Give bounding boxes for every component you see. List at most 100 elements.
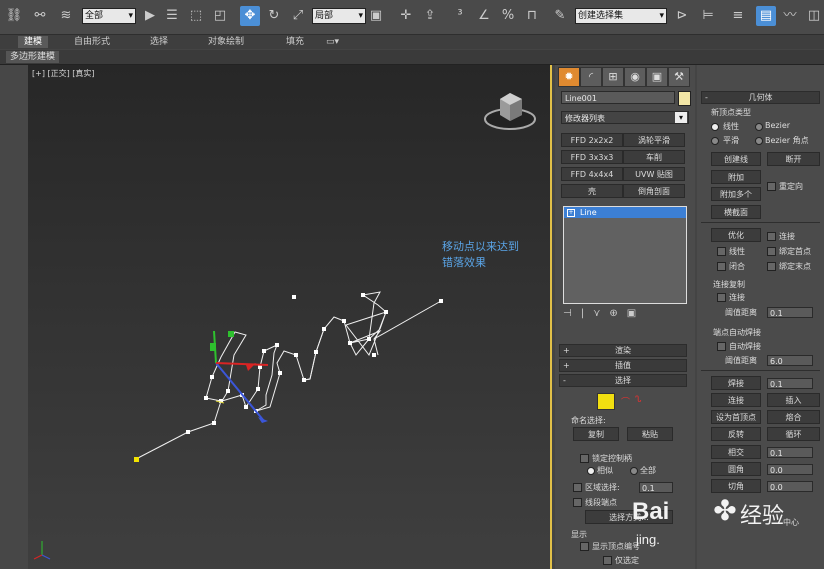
tab-freeform[interactable]: 自由形式: [74, 36, 110, 48]
spline-mode-icon[interactable]: ᔐ: [635, 395, 641, 405]
angle-snap-icon[interactable]: ∠: [474, 6, 494, 26]
intersect-spinner[interactable]: 0.1: [767, 447, 813, 458]
rollout-render[interactable]: + 渲染: [559, 344, 687, 357]
modifier-stack[interactable]: + Line: [563, 206, 687, 304]
percent-snap-icon[interactable]: %: [498, 6, 518, 26]
weld-button[interactable]: 焊接: [711, 376, 761, 390]
segment-mode-icon[interactable]: ⌒: [621, 395, 630, 408]
fillet-button[interactable]: 圆角: [711, 462, 761, 476]
window-crossing-icon[interactable]: ◰: [210, 6, 230, 26]
refine-button[interactable]: 优化: [711, 228, 761, 242]
vertex-mode-icon[interactable]: [597, 393, 615, 410]
auto-weld-checkbox[interactable]: [717, 342, 726, 351]
linear-radio[interactable]: [711, 123, 719, 131]
threshold2-spinner[interactable]: 6.0: [767, 355, 813, 366]
modifier-bevel-profile-button[interactable]: 倒角剖面: [623, 184, 685, 198]
modifier-shell-button[interactable]: 壳: [561, 184, 623, 198]
motion-tab-icon[interactable]: ◉: [624, 67, 646, 87]
bezier-radio[interactable]: [755, 123, 763, 131]
weld-spinner[interactable]: 0.1: [767, 378, 813, 389]
break-button[interactable]: 断开: [767, 152, 820, 166]
make-first-button[interactable]: 设为首顶点: [711, 410, 761, 424]
stack-tools-icon[interactable]: ⊣|⋎⊕▣: [563, 308, 687, 322]
create-tab-icon[interactable]: ✹: [558, 67, 580, 87]
align-icon[interactable]: ⊨: [698, 6, 718, 26]
segment-end-checkbox[interactable]: [573, 498, 582, 507]
threshold-spinner[interactable]: 0.1: [767, 307, 813, 318]
tab-selection[interactable]: 选择: [150, 36, 168, 48]
keyboard-shortcut-icon[interactable]: ⇪: [420, 6, 440, 26]
viewport[interactable]: [+] [正交] [真实] 移动点以来达到 错落效果: [28, 65, 552, 569]
intersect-button[interactable]: 相交: [711, 445, 761, 459]
object-name-field[interactable]: Line001: [561, 91, 675, 104]
tab-populate[interactable]: 填充: [286, 36, 304, 48]
select-by-name-icon[interactable]: ☰: [162, 6, 182, 26]
schematic-view-icon[interactable]: ◫: [804, 6, 824, 26]
stack-item-line[interactable]: + Line: [564, 207, 686, 218]
display-tab-icon[interactable]: ▣: [646, 67, 668, 87]
copy-button[interactable]: 复制: [573, 427, 619, 441]
utilities-tab-icon[interactable]: ⚒: [668, 67, 690, 87]
insert-button[interactable]: 插入: [767, 393, 820, 407]
closed-checkbox[interactable]: [717, 262, 726, 271]
selection-filter-dropdown[interactable]: 全部: [82, 8, 136, 24]
fillet-spinner[interactable]: 0.0: [767, 464, 813, 475]
named-selection-dropdown[interactable]: 创建选择集: [575, 8, 667, 24]
object-color-swatch[interactable]: [678, 91, 691, 106]
move-icon[interactable]: ✥: [240, 6, 260, 26]
rollout-selection[interactable]: - 选择: [559, 374, 687, 387]
edit-named-sel-icon[interactable]: ✎: [550, 6, 570, 26]
mirror-icon[interactable]: ⊳: [672, 6, 692, 26]
rollout-geometry[interactable]: - 几何体: [701, 91, 820, 104]
manipulate-icon[interactable]: ✛: [396, 6, 416, 26]
fuse-button[interactable]: 熔合: [767, 410, 820, 424]
attach-button[interactable]: 附加: [711, 170, 761, 184]
expand-icon[interactable]: +: [567, 209, 575, 217]
snap-3-icon[interactable]: ³: [450, 6, 470, 26]
unlink-icon[interactable]: ⚯: [30, 6, 50, 26]
bind-first-checkbox[interactable]: [767, 247, 776, 256]
rotate-icon[interactable]: ↻: [264, 6, 284, 26]
similar-radio[interactable]: [587, 467, 595, 475]
area-select-checkbox[interactable]: [573, 483, 582, 492]
modifier-list-dropdown[interactable]: 修改器列表: [561, 111, 689, 124]
ref-coord-dropdown[interactable]: 局部: [312, 8, 366, 24]
create-line-button[interactable]: 创建线: [711, 152, 761, 166]
hierarchy-tab-icon[interactable]: ⊞: [602, 67, 624, 87]
cross-section-button[interactable]: 横截面: [711, 205, 761, 219]
cycle-button[interactable]: 循环: [767, 427, 820, 441]
select-object-icon[interactable]: ▶: [140, 6, 160, 26]
tab-object-paint[interactable]: 对象绘制: [208, 36, 244, 48]
modifier-ffd2-button[interactable]: FFD 2x2x2: [561, 133, 623, 147]
attach-multiple-button[interactable]: 附加多个: [711, 187, 761, 201]
pivot-center-icon[interactable]: ▣: [366, 6, 386, 26]
graphite-toggle-icon[interactable]: ▤: [756, 6, 776, 26]
modifier-lathe-button[interactable]: 车削: [623, 150, 685, 164]
connect3-button[interactable]: 连接: [711, 393, 761, 407]
show-vertex-numbers-checkbox[interactable]: [580, 542, 589, 551]
chevron-down-icon[interactable]: ▾: [675, 112, 687, 123]
lock-handles-checkbox[interactable]: [580, 454, 589, 463]
polygon-modeling-label[interactable]: 多边形建模: [6, 51, 60, 63]
reverse-button[interactable]: 反转: [711, 427, 761, 441]
spinner-snap-icon[interactable]: ⊓: [522, 6, 542, 26]
modify-tab-icon[interactable]: ◜: [580, 67, 602, 87]
scale-icon[interactable]: ⤢: [288, 6, 308, 26]
bind-spacewarp-icon[interactable]: ≋: [56, 6, 76, 26]
bind-last-checkbox[interactable]: [767, 262, 776, 271]
connect2-checkbox[interactable]: [717, 293, 726, 302]
modifier-uvw-button[interactable]: UVW 贴图: [623, 167, 685, 181]
reorient-checkbox[interactable]: [767, 182, 776, 191]
linear-checkbox[interactable]: [717, 247, 726, 256]
all-radio[interactable]: [630, 467, 638, 475]
rollout-interpolation[interactable]: + 插值: [559, 359, 687, 372]
layer-manager-icon[interactable]: ≡: [728, 6, 748, 26]
rect-selection-icon[interactable]: ⬚: [186, 6, 206, 26]
bezier-corner-radio[interactable]: [755, 137, 763, 145]
curve-editor-icon[interactable]: 〰: [780, 6, 800, 26]
paste-button[interactable]: 粘贴: [627, 427, 673, 441]
smooth-radio[interactable]: [711, 137, 719, 145]
modifier-ffd3-button[interactable]: FFD 3x3x3: [561, 150, 623, 164]
connect-checkbox[interactable]: [767, 232, 776, 241]
link-icon[interactable]: ⛓: [4, 6, 24, 26]
